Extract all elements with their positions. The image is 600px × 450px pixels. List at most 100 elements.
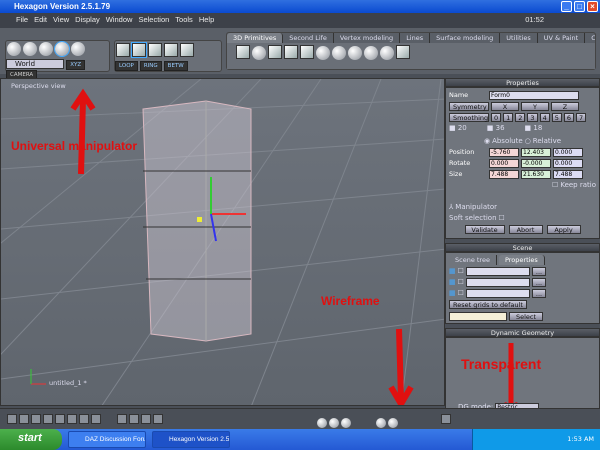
symmetry-x[interactable]: X: [491, 101, 519, 111]
symmetry-z[interactable]: Z: [551, 101, 579, 111]
tab-uv-paint[interactable]: UV & Paint: [538, 33, 586, 43]
coordinate-select[interactable]: World: [6, 59, 64, 69]
tab-utilities[interactable]: Utilities: [500, 33, 538, 43]
menu-window[interactable]: Window: [106, 15, 133, 26]
cylinder-primitive-icon[interactable]: [284, 45, 298, 59]
tab-lines[interactable]: Lines: [400, 33, 431, 43]
text-primitive-icon[interactable]: [396, 45, 410, 59]
cone-primitive-icon[interactable]: [316, 46, 330, 60]
zoom-icon[interactable]: [141, 414, 152, 424]
apply-button[interactable]: Apply: [546, 224, 581, 234]
xray-display-icon[interactable]: [387, 418, 398, 428]
view-icon[interactable]: [153, 414, 164, 424]
snap-icon[interactable]: [129, 414, 140, 424]
validate-button[interactable]: Validate: [464, 224, 505, 234]
layout-single-icon[interactable]: [7, 414, 17, 424]
smooth-level[interactable]: 1: [503, 112, 514, 122]
camera-icon[interactable]: [440, 414, 451, 424]
smooth-level[interactable]: 5: [551, 112, 562, 122]
tab-scene-tree[interactable]: Scene tree: [449, 255, 497, 265]
select-edge-icon[interactable]: [131, 42, 147, 58]
layout-icon[interactable]: [31, 414, 41, 424]
menu-selection[interactable]: Selection: [138, 15, 169, 26]
smoothing-button[interactable]: Smoothing: [449, 112, 489, 122]
select-button[interactable]: Select: [509, 311, 543, 321]
smooth-level[interactable]: 4: [539, 112, 550, 122]
keep-ratio-checkbox[interactable]: Keep ratio: [560, 181, 596, 189]
position-y[interactable]: 12.403: [521, 147, 551, 157]
position-x[interactable]: -5.760: [489, 147, 519, 157]
rotate-y[interactable]: -0.000: [521, 158, 551, 168]
grid-input[interactable]: [465, 266, 530, 276]
layout-quad-icon[interactable]: [19, 414, 29, 424]
shaded-display-icon[interactable]: [341, 418, 352, 428]
close-button[interactable]: ×: [587, 1, 598, 12]
smooth-level[interactable]: 7: [575, 112, 587, 122]
size-z[interactable]: 7.488: [553, 169, 583, 179]
dodecahedron-primitive-icon[interactable]: [364, 46, 378, 60]
grid-input[interactable]: [465, 288, 530, 298]
grid-input[interactable]: [465, 277, 530, 287]
tab-surface-modeling[interactable]: Surface modeling: [430, 33, 501, 43]
reset-grids-button[interactable]: Reset grids to default: [449, 299, 527, 309]
layout-icon[interactable]: [91, 414, 101, 424]
loop-button[interactable]: LOOP: [115, 61, 138, 71]
tab-custom[interactable]: Cust: [585, 33, 595, 43]
symmetry-y[interactable]: Y: [521, 101, 549, 111]
start-button[interactable]: start: [0, 429, 62, 450]
menu-help[interactable]: Help: [199, 15, 214, 26]
menu-display[interactable]: Display: [75, 15, 100, 26]
icosahedron-primitive-icon[interactable]: [380, 46, 394, 60]
smooth-level[interactable]: 3: [527, 112, 538, 122]
menu-view[interactable]: View: [53, 15, 69, 26]
ghost-icon[interactable]: [71, 42, 85, 56]
smooth-level[interactable]: 0: [491, 112, 502, 122]
transparent-display-icon[interactable]: [375, 418, 386, 428]
relative-radio[interactable]: Relative: [533, 137, 561, 145]
layout-icon[interactable]: [43, 414, 53, 424]
menu-tools[interactable]: Tools: [175, 15, 193, 26]
absolute-radio[interactable]: Absolute: [492, 137, 523, 145]
menu-file[interactable]: File: [16, 15, 28, 26]
grid-options-button[interactable]: ...: [531, 288, 547, 298]
task-hexagon[interactable]: Hexagon Version 2.5....: [152, 431, 230, 448]
select-icon[interactable]: [7, 42, 21, 56]
rotate-z[interactable]: 0.000: [553, 158, 583, 168]
tab-second-life[interactable]: Second Life: [283, 33, 334, 43]
xyz-button[interactable]: XYZ: [66, 60, 86, 70]
ring-button[interactable]: RING: [139, 61, 162, 71]
abort-button[interactable]: Abort: [508, 224, 543, 234]
grid-options-button[interactable]: ...: [531, 277, 547, 287]
task-daz-forum[interactable]: DAZ Discussion Foru...: [68, 431, 146, 448]
tab-vertex-modeling[interactable]: Vertex modeling: [334, 33, 401, 43]
smooth-level[interactable]: 2: [515, 112, 526, 122]
size-y[interactable]: 21.630: [521, 169, 551, 179]
3d-viewport[interactable]: Perspective view untitled_1 * Universal …: [0, 78, 445, 406]
rotate-icon[interactable]: [23, 42, 37, 56]
pyramid-primitive-icon[interactable]: [332, 46, 346, 60]
plane-primitive-icon[interactable]: [268, 45, 282, 59]
sphere-primitive-icon[interactable]: [252, 46, 266, 60]
tab-scene-properties[interactable]: Properties: [498, 255, 545, 265]
universal-manipulator-icon[interactable]: [54, 41, 70, 57]
scale-icon[interactable]: [39, 42, 53, 56]
select-object-icon[interactable]: [164, 43, 178, 57]
rotate-x[interactable]: 0.000: [489, 158, 519, 168]
layout-icon[interactable]: [67, 414, 77, 424]
select-input[interactable]: [449, 311, 507, 321]
size-x[interactable]: 7.488: [489, 169, 519, 179]
wireframe-display-icon[interactable]: [317, 418, 328, 428]
octahedron-primitive-icon[interactable]: [348, 46, 362, 60]
tube-primitive-icon[interactable]: [300, 45, 314, 59]
grid-options-button[interactable]: ...: [531, 266, 547, 276]
maximize-button[interactable]: □: [574, 1, 585, 12]
name-input[interactable]: Form0: [489, 90, 579, 100]
minimize-button[interactable]: _: [561, 1, 572, 12]
symmetry-button[interactable]: Symmetry: [449, 101, 489, 111]
menu-edit[interactable]: Edit: [34, 15, 47, 26]
between-button[interactable]: BETW: [163, 61, 188, 71]
cube-primitive-icon[interactable]: [236, 45, 250, 59]
select-auto-icon[interactable]: [180, 43, 194, 57]
smooth-display-icon[interactable]: [329, 418, 340, 428]
position-z[interactable]: 0.000: [553, 147, 583, 157]
